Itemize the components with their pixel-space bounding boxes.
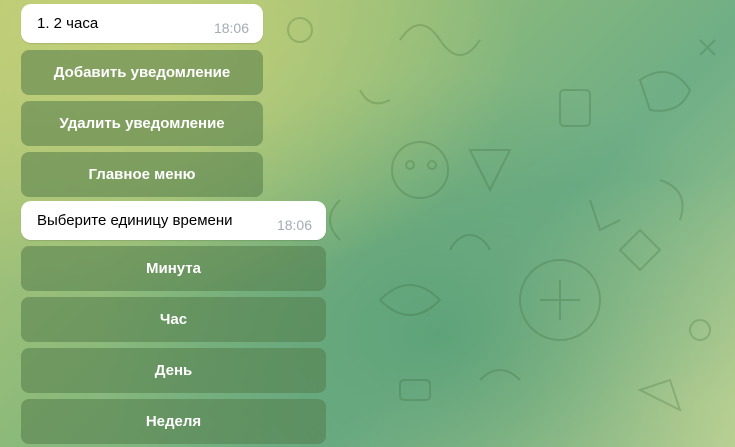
message-bubble: 1. 2 часа 18:06: [21, 4, 263, 43]
minute-button[interactable]: Минута: [21, 246, 326, 291]
delete-notification-button[interactable]: Удалить уведомление: [21, 101, 263, 146]
main-menu-button[interactable]: Главное меню: [21, 152, 263, 197]
day-button[interactable]: День: [21, 348, 326, 393]
message-text: 1. 2 часа: [37, 15, 99, 32]
hour-button[interactable]: Час: [21, 297, 326, 342]
week-button[interactable]: Неделя: [21, 399, 326, 444]
message-time: 18:06: [213, 20, 249, 36]
message-time: 18:06: [276, 217, 312, 233]
add-notification-button[interactable]: Добавить уведомление: [21, 50, 263, 95]
message-bubble: Выберите единицу времени 18:06: [21, 201, 326, 240]
message-text: Выберите единицу времени: [37, 212, 233, 229]
